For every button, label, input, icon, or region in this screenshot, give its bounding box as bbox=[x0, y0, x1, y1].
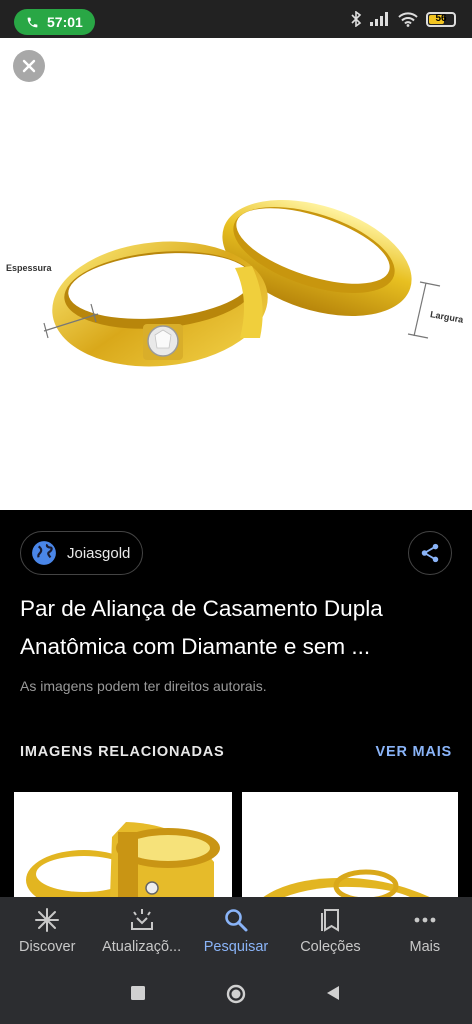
nav-more[interactable]: Mais bbox=[378, 897, 472, 967]
nav-collections-label: Coleções bbox=[300, 939, 361, 955]
updates-icon bbox=[130, 909, 153, 930]
source-chip[interactable]: Joiasgold bbox=[20, 531, 143, 575]
nav-collections[interactable]: Coleções bbox=[283, 897, 377, 967]
collections-icon bbox=[321, 909, 340, 932]
image-preview[interactable]: Espessura Largura bbox=[0, 38, 472, 510]
wifi-icon bbox=[398, 11, 418, 27]
nav-search-label: Pesquisar bbox=[203, 939, 269, 955]
more-icon bbox=[414, 917, 436, 923]
back-triangle-icon bbox=[327, 986, 339, 1000]
system-navigation-bar bbox=[0, 967, 472, 1024]
nav-discover-label: Discover bbox=[19, 939, 76, 955]
share-button[interactable] bbox=[408, 531, 452, 575]
source-name: Joiasgold bbox=[67, 544, 131, 562]
nav-discover[interactable]: Discover bbox=[0, 897, 94, 967]
call-timer: 57:01 bbox=[47, 14, 83, 30]
close-icon bbox=[22, 59, 36, 73]
nav-updates[interactable]: Atualizaçõ... bbox=[94, 897, 188, 967]
status-icons: 56 bbox=[350, 11, 456, 27]
result-title[interactable]: Par de Aliança de Casamento Dupla Anatôm… bbox=[20, 590, 460, 666]
search-icon bbox=[225, 909, 248, 932]
back-button[interactable] bbox=[325, 985, 341, 1006]
copyright-notice: As imagens podem ter direitos autorais. bbox=[20, 678, 267, 694]
battery-icon: 56 bbox=[426, 11, 456, 27]
title-line-1: Par de Aliança de Casamento Dupla bbox=[20, 596, 383, 621]
nav-more-label: Mais bbox=[409, 939, 441, 955]
globe-icon bbox=[32, 541, 56, 565]
related-images-heading: IMAGENS RELACIONADAS bbox=[20, 744, 225, 760]
ongoing-call-pill[interactable]: 57:01 bbox=[14, 9, 95, 35]
nav-updates-label: Atualizaçõ... bbox=[102, 939, 182, 955]
phone-icon bbox=[27, 17, 38, 27]
title-line-2: Anatômica com Diamante e sem ... bbox=[20, 634, 371, 659]
status-bar: 57:01 56 bbox=[0, 0, 472, 38]
bluetooth-icon bbox=[351, 11, 362, 27]
asterisk-icon bbox=[35, 908, 60, 932]
bottom-navigation: Discover Atualizaçõ... Pesquisar Coleçõe… bbox=[0, 897, 472, 967]
close-button[interactable] bbox=[13, 50, 45, 82]
battery-level: 56 bbox=[435, 12, 447, 24]
recents-button[interactable] bbox=[130, 985, 146, 1006]
square-icon bbox=[131, 986, 145, 1000]
thickness-label: Espessura bbox=[6, 263, 52, 273]
signal-icon bbox=[370, 12, 388, 26]
see-more-link[interactable]: VER MAIS bbox=[376, 744, 453, 760]
wedding-rings-image bbox=[43, 200, 441, 367]
related-image-thumb-1[interactable] bbox=[14, 792, 232, 898]
nav-search[interactable]: Pesquisar bbox=[189, 897, 283, 967]
share-icon bbox=[421, 543, 439, 563]
related-image-thumb-2[interactable] bbox=[242, 792, 458, 898]
rings-thumbnail-2 bbox=[262, 869, 432, 898]
home-button[interactable] bbox=[226, 984, 246, 1009]
rings-thumbnail-1 bbox=[26, 822, 220, 898]
home-circle-icon bbox=[226, 984, 246, 1004]
